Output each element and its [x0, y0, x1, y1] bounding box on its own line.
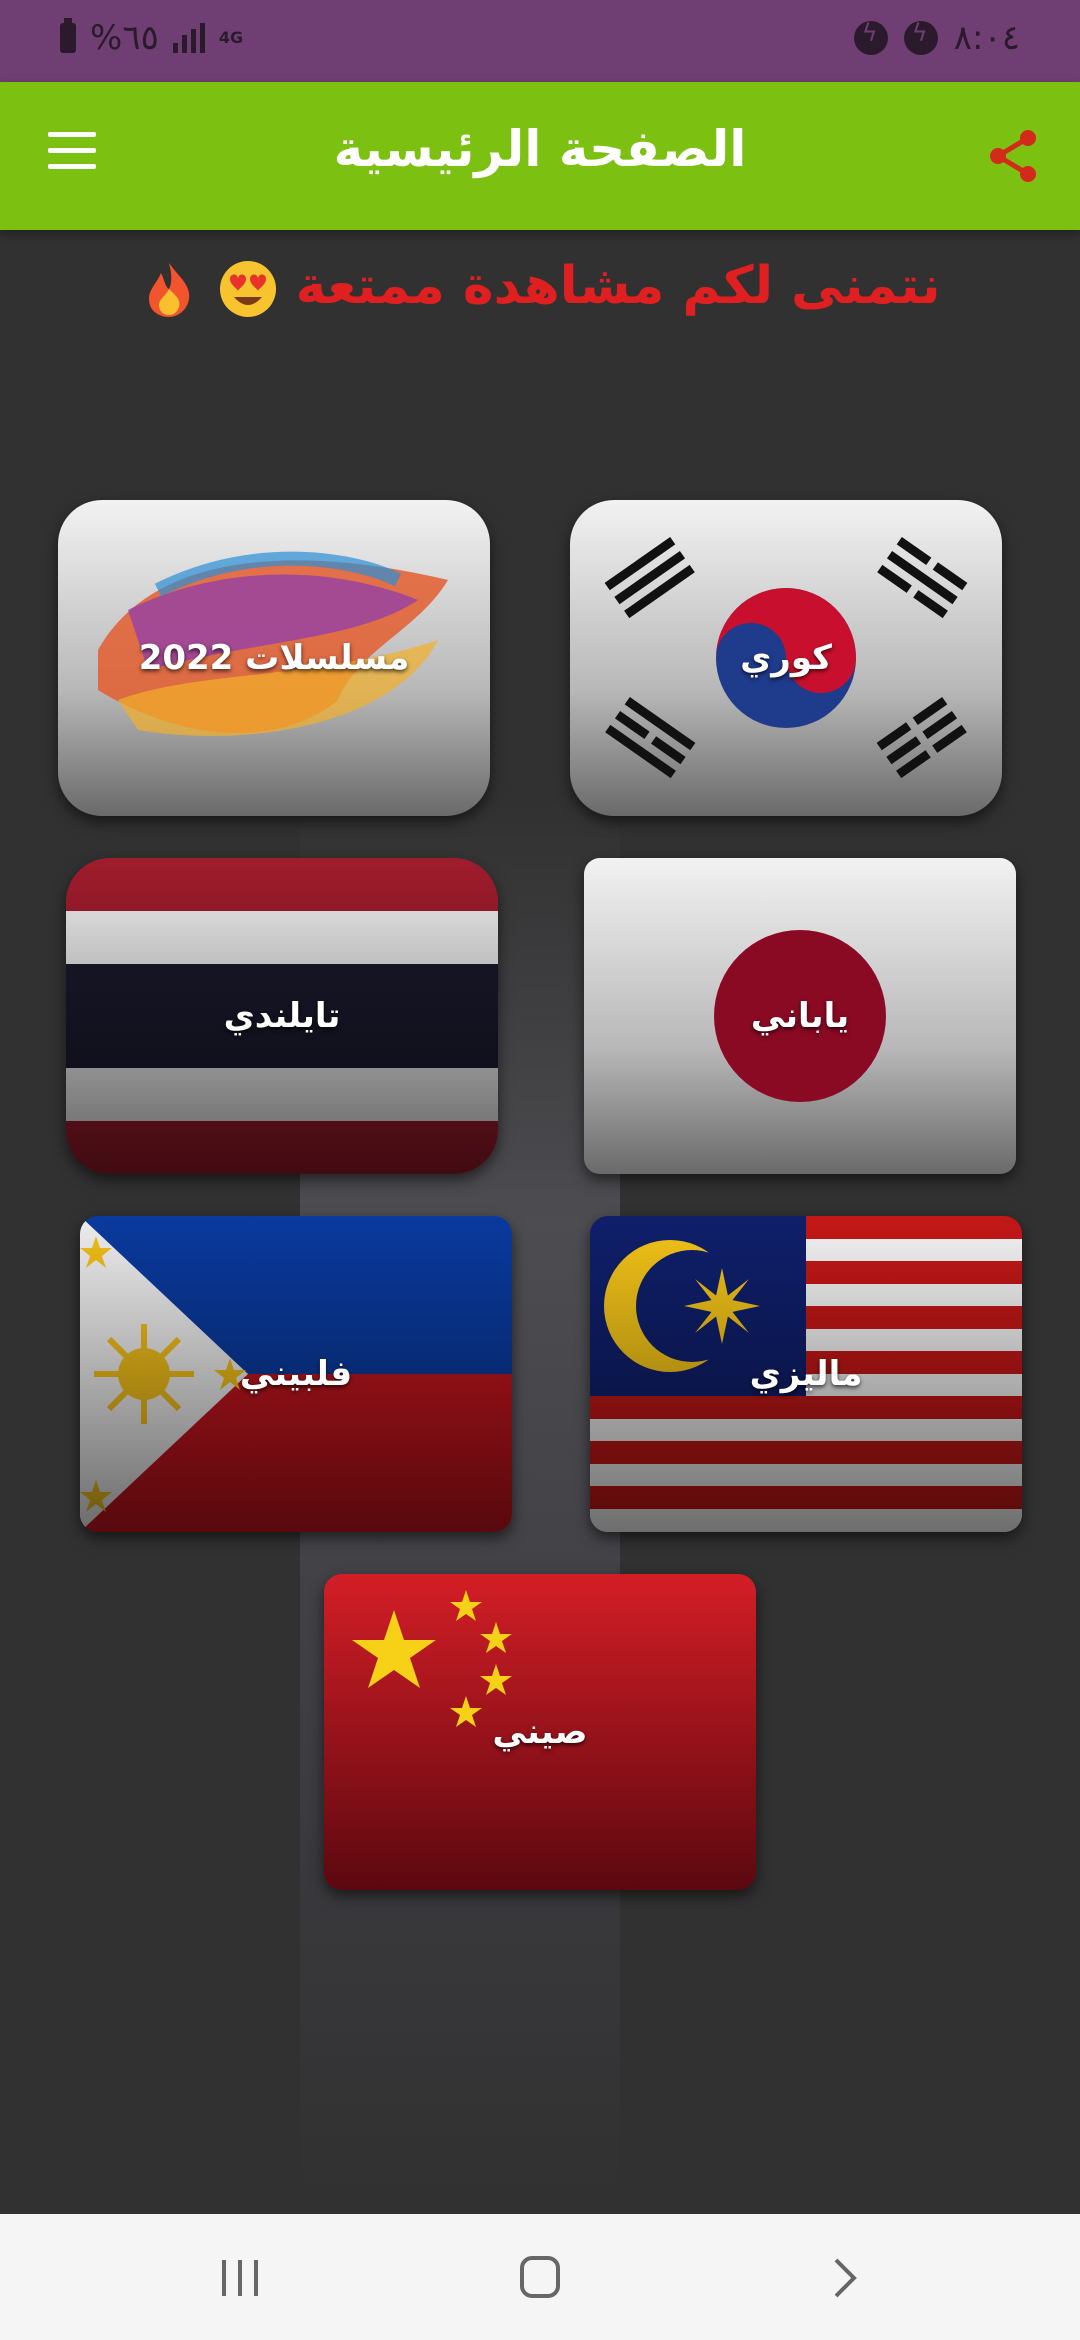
home-icon[interactable]: [510, 2254, 570, 2302]
category-label: مسلسلات 2022: [138, 638, 410, 678]
app-bar: الصفحة الرئيسية: [0, 82, 1080, 230]
category-label: تايلندي: [223, 996, 341, 1036]
greeting-text: نتمنى لكم مشاهدة ممتعة: [295, 256, 941, 316]
system-nav-bar: [0, 2214, 1080, 2340]
share-icon[interactable]: [984, 126, 1044, 186]
heart-eyes-emoji: [219, 261, 276, 317]
status-bar: %٦٥ 4G ٨:٠٤: [0, 0, 1080, 82]
category-label: ماليزي: [749, 1354, 863, 1394]
category-card-2022[interactable]: مسلسلات 2022: [58, 500, 490, 816]
battery-level: %٦٥: [90, 18, 159, 58]
network-type: 4G: [218, 28, 244, 47]
status-left: %٦٥ 4G: [60, 18, 243, 58]
category-label: فلبيني: [239, 1354, 353, 1394]
category-card-korea[interactable]: كوري: [570, 500, 1002, 816]
category-label: صيني: [492, 1712, 588, 1752]
category-card-china[interactable]: صيني: [324, 1574, 756, 1890]
battery-icon: [60, 18, 76, 53]
fire-emoji: [149, 263, 190, 317]
category-label: ياباني: [750, 996, 850, 1036]
clock: ٨:٠٤: [953, 18, 1020, 58]
page-title: الصفحة الرئيسية: [333, 120, 747, 178]
recent-apps-icon[interactable]: [210, 2254, 270, 2302]
category-card-japan[interactable]: ياباني: [584, 858, 1016, 1174]
back-icon[interactable]: [814, 2254, 874, 2302]
status-right: ٨:٠٤: [853, 18, 1020, 58]
category-card-malaysia[interactable]: ماليزي: [590, 1216, 1022, 1532]
category-label: كوري: [740, 638, 832, 678]
category-card-thailand[interactable]: تايلندي: [66, 858, 498, 1174]
greeting: نتمنى لكم مشاهدة ممتعة: [0, 256, 1080, 319]
category-card-philippines[interactable]: فلبيني: [80, 1216, 512, 1532]
messenger-icon: [853, 19, 888, 55]
messenger-icon: [903, 19, 938, 55]
signal-icon: [172, 23, 205, 53]
